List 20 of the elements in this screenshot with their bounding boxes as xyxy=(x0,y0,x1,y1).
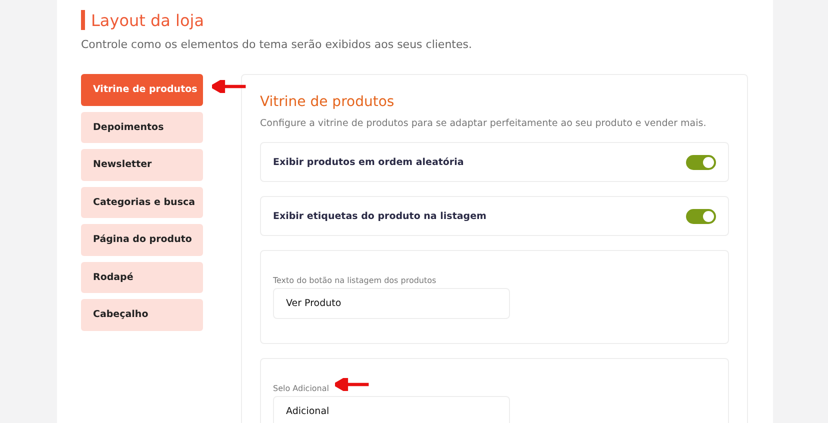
sidebar-item[interactable]: Depoimentos xyxy=(81,112,203,143)
setting-label: Exibir etiquetas do produto na listagem xyxy=(273,210,486,222)
toggle-switch[interactable] xyxy=(686,208,716,224)
annotation-arrow xyxy=(335,378,369,391)
panel-title: Vitrine de produtos xyxy=(260,94,396,110)
annotation-arrow xyxy=(212,80,246,93)
sidebar-item[interactable]: Rodapé xyxy=(81,262,203,293)
setting-label: Exibir produtos em ordem aleatória xyxy=(273,156,464,168)
field-label: Texto do botão na listagem dos produtos xyxy=(273,276,436,285)
page-subtitle: Controle como os elementos do tema serão exibidos aos seus clientes. xyxy=(81,38,473,51)
input-field[interactable]: Ver Produto xyxy=(273,288,510,319)
field-label: Selo Adicional xyxy=(273,384,330,393)
input-field[interactable]: Adicional xyxy=(273,396,510,423)
toggle-switch[interactable] xyxy=(686,154,716,170)
sidebar-item[interactable]: Página do produto xyxy=(81,224,203,256)
sidebar-item[interactable]: Cabeçalho xyxy=(81,299,203,330)
panel-description: Configure a vitrine de produtos para se adaptar perfeitamente ao seu produto e vender mais. xyxy=(260,118,708,129)
sidebar-item[interactable]: Newsletter xyxy=(81,149,203,180)
page-title: Layout da loja xyxy=(91,10,204,30)
sidebar-item[interactable]: Categorias e busca xyxy=(81,186,203,218)
